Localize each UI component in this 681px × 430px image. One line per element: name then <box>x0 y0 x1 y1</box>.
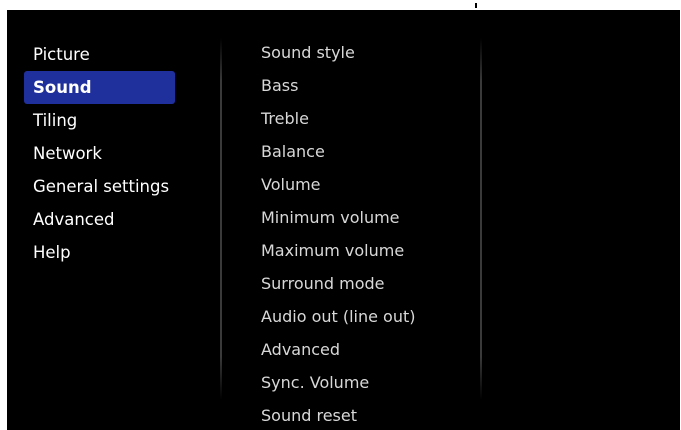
submenu-item-surround-mode[interactable]: Surround mode <box>261 267 476 300</box>
menu-item-advanced[interactable]: Advanced <box>24 203 175 236</box>
tv-settings-screen: Picture Sound Tiling Network General set… <box>7 10 680 430</box>
submenu-item-minimum-volume[interactable]: Minimum volume <box>261 201 476 234</box>
submenu-item-treble[interactable]: Treble <box>261 102 476 135</box>
submenu-item-audio-out[interactable]: Audio out (line out) <box>261 300 476 333</box>
submenu-item-balance[interactable]: Balance <box>261 135 476 168</box>
menu-item-sound[interactable]: Sound <box>24 71 175 104</box>
sound-submenu: Sound style Bass Treble Balance Volume M… <box>261 36 476 430</box>
menu-divider-right <box>480 38 482 400</box>
main-menu: Picture Sound Tiling Network General set… <box>24 38 175 269</box>
menu-item-help[interactable]: Help <box>24 236 175 269</box>
menu-item-tiling[interactable]: Tiling <box>24 104 175 137</box>
submenu-item-advanced[interactable]: Advanced <box>261 333 476 366</box>
menu-item-picture[interactable]: Picture <box>24 38 175 71</box>
submenu-item-maximum-volume[interactable]: Maximum volume <box>261 234 476 267</box>
menu-item-general-settings[interactable]: General settings <box>24 170 175 203</box>
submenu-item-volume[interactable]: Volume <box>261 168 476 201</box>
submenu-item-sound-style[interactable]: Sound style <box>261 36 476 69</box>
submenu-item-sync-volume[interactable]: Sync. Volume <box>261 366 476 399</box>
submenu-item-bass[interactable]: Bass <box>261 69 476 102</box>
submenu-item-sound-reset[interactable]: Sound reset <box>261 399 476 430</box>
top-edge-marker <box>475 3 477 8</box>
menu-item-network[interactable]: Network <box>24 137 175 170</box>
menu-divider-left <box>220 38 222 400</box>
